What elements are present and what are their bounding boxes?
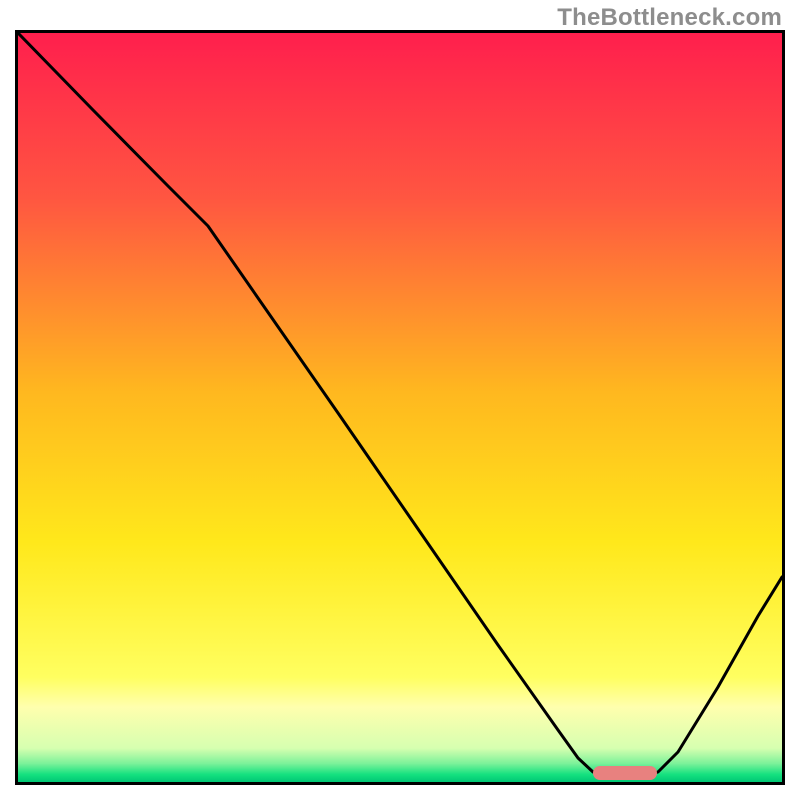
bottleneck-curve	[18, 33, 782, 778]
chart-curve-layer	[18, 33, 782, 782]
chart-frame	[15, 30, 785, 785]
optimal-marker	[593, 766, 657, 780]
watermark-text: TheBottleneck.com	[557, 4, 782, 32]
